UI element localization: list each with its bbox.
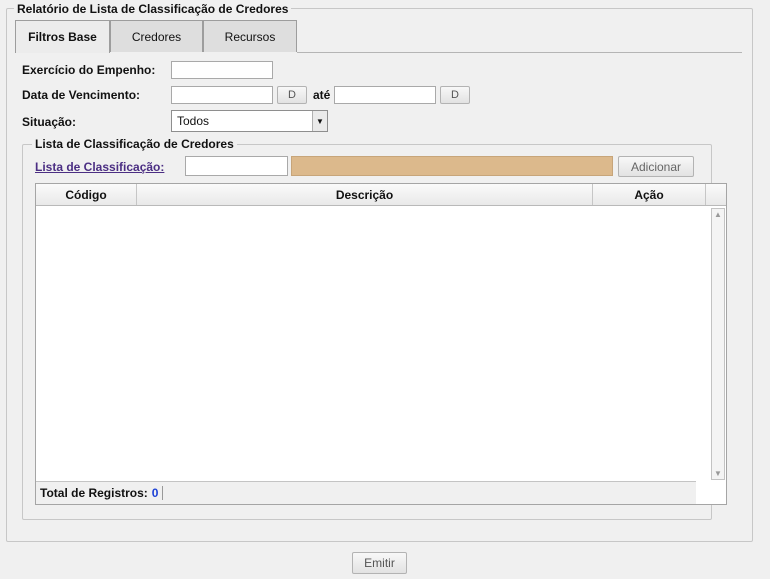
chevron-down-icon: ▼ (312, 111, 327, 131)
situacao-label: Situação: (22, 115, 77, 129)
exercicio-input[interactable] (171, 61, 273, 79)
column-codigo[interactable]: Código (36, 184, 137, 205)
vencimento-label: Data de Vencimento: (22, 88, 141, 102)
lista-descricao-field (291, 156, 613, 176)
scroll-down-icon[interactable]: ▼ (714, 469, 722, 478)
date-picker-end-button[interactable]: D (440, 86, 470, 104)
vencimento-end-input[interactable] (334, 86, 436, 104)
footer-divider (162, 486, 164, 500)
lista-codigo-input[interactable] (185, 156, 288, 176)
tab-recursos[interactable]: Recursos (203, 20, 297, 52)
ate-label: até (313, 88, 331, 102)
scroll-up-icon[interactable]: ▲ (714, 210, 722, 219)
lista-classificacao-link[interactable]: Lista de Classificação: (35, 160, 164, 174)
column-descricao[interactable]: Descrição (137, 184, 593, 205)
report-legend: Relatório de Lista de Classificação de C… (14, 2, 292, 16)
tab-bar-line (297, 52, 742, 53)
column-spacer (706, 184, 726, 205)
lista-legend: Lista de Classificação de Credores (32, 137, 237, 151)
grid-scrollbar[interactable]: ▲ ▼ (711, 208, 725, 480)
column-acao[interactable]: Ação (593, 184, 706, 205)
tab-filtros-base[interactable]: Filtros Base (15, 20, 110, 53)
tab-credores[interactable]: Credores (110, 20, 203, 52)
date-picker-start-button[interactable]: D (277, 86, 307, 104)
emitir-button[interactable]: Emitir (352, 552, 407, 574)
grid-footer: Total de Registros: 0 (36, 481, 696, 504)
exercicio-label: Exercício do Empenho: (22, 63, 156, 77)
lista-grid: Código Descrição Ação ▲ ▼ Total de Regis… (35, 183, 727, 505)
tab-credores-label: Credores (131, 29, 182, 44)
adicionar-button[interactable]: Adicionar (618, 156, 694, 177)
grid-header: Código Descrição Ação (36, 184, 726, 206)
situacao-value: Todos (177, 114, 210, 128)
tab-recursos-label: Recursos (224, 29, 276, 44)
vencimento-start-input[interactable] (171, 86, 273, 104)
tab-filtros-base-label: Filtros Base (28, 30, 97, 44)
total-registros-label: Total de Registros: (40, 486, 148, 500)
situacao-select[interactable]: Todos ▼ (171, 110, 328, 132)
total-registros-value: 0 (151, 486, 159, 500)
